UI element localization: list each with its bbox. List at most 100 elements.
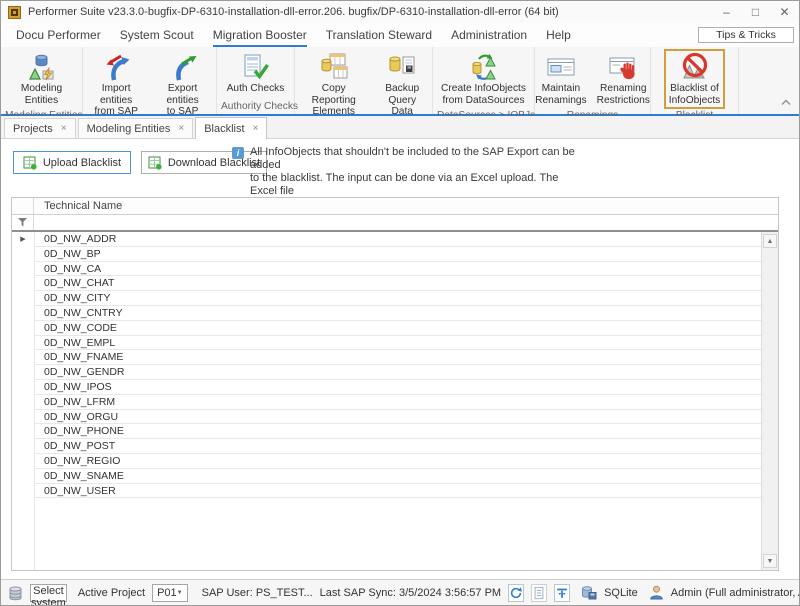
maintain-renamings-button[interactable]: Maintain Renamings [530,49,592,109]
table-row[interactable]: 0D_NW_EMPL [12,336,761,351]
row-indicator-cell [12,276,34,291]
table-row[interactable]: 0D_NW_SNAME [12,469,761,484]
maximize-button[interactable]: □ [741,1,770,23]
table-row[interactable]: 0D_NW_CA [12,262,761,277]
table-row[interactable]: 0D_NW_IPOS [12,380,761,395]
table-row[interactable]: 0D_NW_LFRM [12,395,761,410]
technical-name-cell[interactable]: 0D_NW_POST [34,439,761,454]
auth-checks-icon [240,52,270,82]
collapse-ribbon-icon[interactable] [781,93,791,111]
select-system-button[interactable]: Select system [30,584,67,602]
tab-docu-performer[interactable]: Docu Performer [16,23,101,47]
export-entities-button[interactable]: Export entities to SAP [149,49,216,121]
copy-reporting-elements-button[interactable]: Copy Reporting Elements [295,49,372,121]
doc-tab-label: Modeling Entities [87,123,171,135]
tab-help[interactable]: Help [546,23,571,47]
database-stack-icon [8,585,23,601]
technical-name-cell[interactable]: 0D_NW_REGIO [34,454,761,469]
table-row[interactable]: 0D_NW_BP [12,247,761,262]
status-bar: Select system Active Project P01 ▼ SAP U… [1,579,799,605]
log-document-button[interactable] [531,584,547,602]
user-icon [649,585,664,600]
ribbon-group-modeling-entities: Modeling Entities Modeling Entities [1,47,83,114]
tab-system-scout[interactable]: System Scout [120,23,194,47]
table-row[interactable]: 0D_NW_ADDR [12,232,761,247]
app-icon [8,6,21,19]
ribbon-button-label: Create InfoObjects from DataSources [441,83,526,106]
table-row[interactable]: 0D_NW_POST [12,439,761,454]
table-row[interactable]: 0D_NW_USER [12,484,761,499]
grid-body: 0D_NW_ADDR 0D_NW_BP 0D_NW_CA 0D_NW_CHAT … [12,232,778,570]
last-sap-sync-status: Last SAP Sync: 3/5/2024 3:56:57 PM [320,587,501,599]
technical-name-cell[interactable]: 0D_NW_CA [34,262,761,277]
header-indicator-cell [12,198,34,214]
close-tab-icon[interactable]: × [178,123,184,134]
technical-name-cell[interactable]: 0D_NW_ADDR [34,232,761,247]
import-entities-icon [101,52,131,82]
active-project-select[interactable]: P01 ▼ [152,584,188,602]
technical-name-cell[interactable]: 0D_NW_ORGU [34,410,761,425]
scroll-down-icon[interactable]: ▼ [763,554,777,568]
technical-name-cell[interactable]: 0D_NW_GENDR [34,365,761,380]
ribbon-group-reporting-elements: Copy Reporting Elements [295,47,433,114]
table-row[interactable]: 0D_NW_CITY [12,291,761,306]
table-row[interactable]: 0D_NW_CHAT [12,276,761,291]
ribbon-button-label: Export entities to SAP [154,83,211,118]
technical-name-cell[interactable]: 0D_NW_PHONE [34,424,761,439]
auth-checks-button[interactable]: Auth Checks [222,49,290,98]
backup-query-data-button[interactable]: Backup Query Data [372,49,432,121]
renaming-restrictions-button[interactable]: Renaming Restrictions [592,49,655,109]
blacklist-of-infoobjects-button[interactable]: Blacklist of InfoObjects [664,49,726,109]
tab-migration-booster[interactable]: Migration Booster [213,23,307,47]
pin-icon [555,586,569,600]
doc-tab-modeling-entities[interactable]: Modeling Entities × [78,118,194,138]
modeling-entities-button[interactable]: Modeling Entities [16,49,67,109]
technical-name-cell[interactable]: 0D_NW_SNAME [34,469,761,484]
table-row[interactable]: 0D_NW_GENDR [12,365,761,380]
backup-query-data-icon [387,52,417,82]
pin-columns-button[interactable] [554,584,570,602]
doc-tab-blacklist[interactable]: Blacklist × [195,117,267,139]
filter-funnel-icon [18,218,27,227]
table-row[interactable]: 0D_NW_PHONE [12,424,761,439]
table-row[interactable]: 0D_NW_CNTRY [12,306,761,321]
table-row[interactable]: 0D_NW_FNAME [12,350,761,365]
close-tab-icon[interactable]: × [253,123,259,134]
tab-administration[interactable]: Administration [451,23,527,47]
minimize-button[interactable]: – [712,1,741,23]
technical-name-cell[interactable]: 0D_NW_CNTRY [34,306,761,321]
close-tab-icon[interactable]: × [61,123,67,134]
technical-name-cell[interactable]: 0D_NW_USER [34,484,761,499]
technical-name-cell[interactable]: 0D_NW_IPOS [34,380,761,395]
import-entities-button[interactable]: Import entities from SAP [83,49,149,121]
technical-name-cell[interactable]: 0D_NW_CODE [34,321,761,336]
grid-filter-row [12,215,778,232]
ribbon-tab-bar: Docu Performer System Scout Migration Bo… [1,23,799,47]
table-row[interactable]: 0D_NW_CODE [12,321,761,336]
grid-rows: 0D_NW_ADDR 0D_NW_BP 0D_NW_CA 0D_NW_CHAT … [12,232,761,498]
technical-name-cell[interactable]: 0D_NW_FNAME [34,350,761,365]
tips-and-tricks-button[interactable]: Tips & Tricks [698,27,794,43]
excel-download-icon [148,156,162,170]
scroll-up-icon[interactable]: ▲ [763,234,777,248]
row-indicator-cell [12,306,34,321]
column-header-technical-name[interactable]: Technical Name [34,198,778,214]
technical-name-cell[interactable]: 0D_NW_CITY [34,291,761,306]
row-indicator-cell [12,380,34,395]
technical-name-cell[interactable]: 0D_NW_BP [34,247,761,262]
close-button[interactable]: ✕ [770,1,799,23]
upload-blacklist-button[interactable]: Upload Blacklist [13,151,131,174]
filter-input-cell[interactable] [34,215,778,230]
database-type-label: SQLite [604,587,638,599]
row-indicator-cell [12,454,34,469]
technical-name-cell[interactable]: 0D_NW_EMPL [34,336,761,351]
tab-translation-steward[interactable]: Translation Steward [326,23,432,47]
table-row[interactable]: 0D_NW_REGIO [12,454,761,469]
technical-name-cell[interactable]: 0D_NW_LFRM [34,395,761,410]
vertical-scrollbar[interactable]: ▲ ▼ [761,232,778,570]
doc-tab-projects[interactable]: Projects × [4,118,76,138]
create-infoobjects-button[interactable]: Create InfoObjects from DataSources [436,49,531,109]
refresh-button[interactable] [508,584,524,602]
technical-name-cell[interactable]: 0D_NW_CHAT [34,276,761,291]
table-row[interactable]: 0D_NW_ORGU [12,410,761,425]
